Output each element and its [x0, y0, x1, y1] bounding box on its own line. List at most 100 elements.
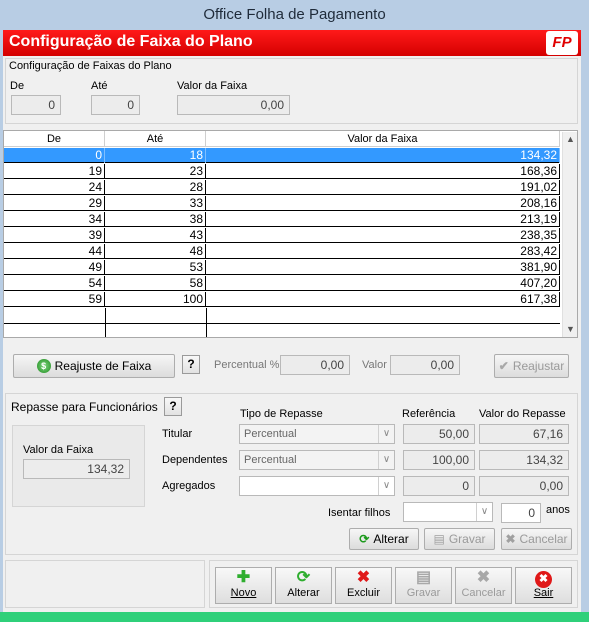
cell-de[interactable]: 59: [4, 292, 105, 307]
chevron-down-icon: ∨: [378, 451, 394, 469]
cell-de[interactable]: 29: [4, 196, 105, 211]
cell-de[interactable]: 19: [4, 164, 105, 179]
sair-label: Sair: [533, 587, 554, 599]
titular-tipo-value: Percentual: [244, 428, 297, 440]
cell-valor[interactable]: 381,90: [206, 260, 560, 275]
save-icon: ▤: [433, 532, 445, 546]
valor-repasse-header: Valor do Repasse: [479, 408, 566, 420]
agregados-referencia-input[interactable]: 0: [403, 476, 475, 496]
repasse-cancelar-label: Cancelar: [519, 532, 568, 546]
agregados-valor-input[interactable]: 0,00: [479, 476, 569, 496]
cell-ate[interactable]: 28: [105, 180, 206, 195]
cell-ate[interactable]: 38: [105, 212, 206, 227]
reajuste-faixa-label: Reajuste de Faixa: [54, 359, 152, 373]
cell-ate[interactable]: 18: [105, 148, 206, 163]
valor-faixa-input[interactable]: 0,00: [177, 95, 290, 115]
cell-de[interactable]: 24: [4, 180, 105, 195]
valor-input[interactable]: 0,00: [390, 355, 460, 375]
cancelar-label: Cancelar: [461, 587, 506, 599]
anos-input[interactable]: 0: [501, 503, 541, 523]
cell-de[interactable]: 49: [4, 260, 105, 275]
fp-logo: FP: [546, 31, 578, 55]
excluir-label: Excluir: [346, 587, 380, 599]
taskbar-strip: [0, 612, 589, 622]
cell-ate[interactable]: 100: [105, 292, 206, 307]
cell-ate[interactable]: 23: [105, 164, 206, 179]
dependentes-referencia-input[interactable]: 100,00: [403, 450, 475, 470]
scroll-up-icon[interactable]: ▲: [563, 132, 577, 147]
cell-valor[interactable]: 208,16: [206, 196, 560, 211]
excluir-button[interactable]: ✖ Excluir: [335, 567, 392, 604]
cancel-icon: ✖: [505, 532, 516, 546]
titular-valor-input[interactable]: 67,16: [479, 424, 569, 444]
cell-valor[interactable]: 283,42: [206, 244, 560, 259]
column-header-de[interactable]: De: [4, 131, 105, 147]
cell-de[interactable]: 44: [4, 244, 105, 259]
cell-valor[interactable]: 191,02: [206, 180, 560, 195]
reajuste-help-button[interactable]: ?: [182, 355, 200, 374]
grid-vertical-scrollbar[interactable]: ▲ ▼: [562, 132, 577, 337]
repasse-alterar-button[interactable]: ⟳ Alterar: [349, 528, 419, 550]
gravar-button[interactable]: ▤ Gravar: [395, 567, 452, 604]
faixas-grid[interactable]: De Até Valor da Faixa 0 18 134,32 19 23 168,3…: [3, 130, 578, 338]
cell-de[interactable]: 0: [4, 148, 105, 163]
cell-valor[interactable]: 213,19: [206, 212, 560, 227]
reajustar-button[interactable]: ✔ Reajustar: [494, 354, 569, 378]
repasse-gravar-button[interactable]: ▤ Gravar: [424, 528, 495, 550]
cell-de[interactable]: 39: [4, 228, 105, 243]
repasse-cancelar-button[interactable]: ✖ Cancelar: [501, 528, 572, 550]
novo-button[interactable]: ✚ Novo: [215, 567, 272, 604]
cancelar-button[interactable]: ✖ Cancelar: [455, 567, 512, 604]
ate-input[interactable]: 0: [91, 95, 140, 115]
cell-ate[interactable]: 33: [105, 196, 206, 211]
cell-de[interactable]: 34: [4, 212, 105, 227]
titular-referencia-input[interactable]: 50,00: [403, 424, 475, 444]
dependentes-tipo-select[interactable]: Percentual ∨: [239, 450, 395, 470]
agregados-label: Agregados: [162, 480, 216, 492]
cell-valor[interactable]: 617,38: [206, 292, 560, 307]
cell-ate[interactable]: 43: [105, 228, 206, 243]
grid-empty-row: [4, 308, 560, 324]
cell-valor[interactable]: 407,20: [206, 276, 560, 291]
cell-valor[interactable]: 134,32: [206, 148, 560, 163]
column-header-ate[interactable]: Até: [105, 131, 206, 147]
cell-ate[interactable]: 48: [105, 244, 206, 259]
de-input[interactable]: 0: [11, 95, 61, 115]
table-row[interactable]: 0 18 134,32: [4, 148, 560, 163]
reajuste-faixa-button[interactable]: $ Reajuste de Faixa: [13, 354, 175, 378]
dependentes-label: Dependentes: [162, 454, 228, 466]
cancel-icon: ✖: [476, 569, 491, 586]
alterar-button[interactable]: ⟳ Alterar: [275, 567, 332, 604]
form-title: Configuração de Faixa do Plano: [9, 33, 253, 50]
grid-empty-divider: [105, 308, 106, 337]
table-row[interactable]: 34 38 213,19: [4, 212, 560, 227]
repasse-valor-faixa-input[interactable]: 134,32: [23, 459, 130, 479]
anos-label: anos: [546, 504, 570, 516]
cell-de[interactable]: 54: [4, 276, 105, 291]
agregados-tipo-select[interactable]: ∨: [239, 476, 395, 496]
cell-ate[interactable]: 58: [105, 276, 206, 291]
cell-ate[interactable]: 53: [105, 260, 206, 275]
check-icon: ✔: [498, 359, 509, 373]
sair-button[interactable]: ✖ Sair: [515, 567, 572, 604]
titular-tipo-select[interactable]: Percentual ∨: [239, 424, 395, 444]
scroll-down-icon[interactable]: ▼: [563, 322, 577, 337]
cell-valor[interactable]: 168,36: [206, 164, 560, 179]
table-row[interactable]: 59 100 617,38: [4, 292, 560, 307]
column-header-valor[interactable]: Valor da Faixa: [206, 131, 560, 147]
tipo-repasse-header: Tipo de Repasse: [240, 408, 323, 420]
table-row[interactable]: 44 48 283,42: [4, 244, 560, 259]
grid-empty-divider: [206, 308, 207, 337]
isentar-filhos-label: Isentar filhos: [328, 507, 391, 519]
table-row[interactable]: 49 53 381,90: [4, 260, 560, 275]
table-row[interactable]: 19 23 168,36: [4, 164, 560, 179]
table-row[interactable]: 24 28 191,02: [4, 180, 560, 195]
cell-valor[interactable]: 238,35: [206, 228, 560, 243]
dependentes-valor-input[interactable]: 134,32: [479, 450, 569, 470]
table-row[interactable]: 29 33 208,16: [4, 196, 560, 211]
repasse-help-button[interactable]: ?: [164, 397, 182, 416]
table-row[interactable]: 54 58 407,20: [4, 276, 560, 291]
table-row[interactable]: 39 43 238,35: [4, 228, 560, 243]
isentar-filhos-select[interactable]: ∨: [403, 502, 493, 522]
percentual-input[interactable]: 0,00: [280, 355, 350, 375]
